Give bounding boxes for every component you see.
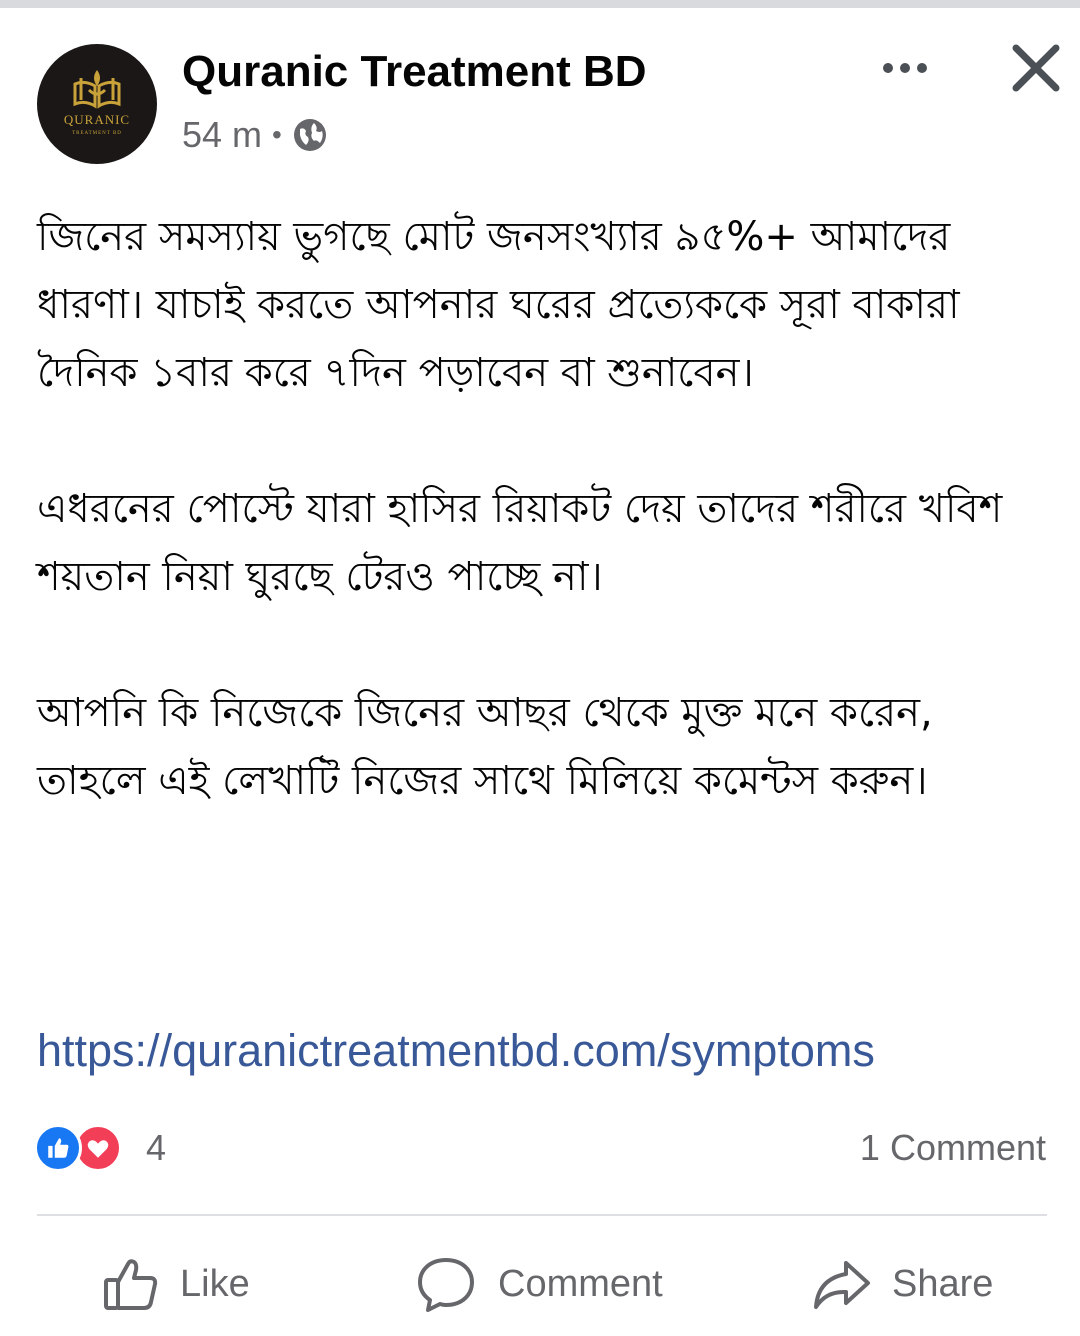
share-arrow-icon	[814, 1261, 870, 1309]
share-button[interactable]: Share	[810, 1246, 993, 1322]
logo-subtext: TREATMENT BD	[72, 131, 122, 136]
quranic-logo: QURANIC TREATMENT BD	[64, 70, 130, 136]
globe-icon[interactable]	[292, 117, 328, 153]
page-avatar[interactable]: QURANIC TREATMENT BD	[37, 44, 157, 164]
post-paragraph: এধরনের পোস্টে যারা হাসির রিয়াকট দেয় তা…	[37, 486, 1003, 600]
reactions-summary[interactable]: 4	[34, 1122, 166, 1174]
reaction-count: 4	[146, 1127, 167, 1168]
meta-separator: •	[272, 119, 282, 150]
comment-button[interactable]: Comment	[414, 1246, 663, 1322]
like-reaction-icon	[34, 1124, 82, 1172]
top-divider	[0, 0, 1080, 8]
comment-label: Comment	[498, 1262, 663, 1305]
comment-bubble-icon	[418, 1258, 474, 1312]
comment-count-link[interactable]: 1 Comment	[860, 1124, 1046, 1172]
post-link[interactable]: https://quranictreatmentbd.com/symptoms	[37, 1022, 875, 1080]
page-name[interactable]: Quranic Treatment BD	[182, 44, 647, 100]
logo-text: QURANIC	[64, 112, 130, 127]
more-options-button[interactable]	[872, 46, 938, 90]
close-button[interactable]	[1008, 40, 1064, 96]
like-button[interactable]: Like	[100, 1246, 250, 1322]
like-label: Like	[180, 1262, 250, 1305]
share-label: Share	[892, 1262, 994, 1305]
post-time[interactable]: 54 m	[182, 114, 262, 156]
post-paragraph: আপনি কি নিজেকে জিনের আছর থেকে মুক্ত মনে …	[37, 690, 933, 804]
post-paragraph: জিনের সমস্যায় ভুগছে মোট জনসংখ্যার ৯৫%+ …	[37, 214, 960, 396]
reaction-icons	[34, 1122, 134, 1174]
dot-icon	[883, 63, 893, 73]
actions-divider	[37, 1214, 1047, 1216]
thumbs-up-icon	[104, 1259, 158, 1310]
post-body: জিনের সমস্যায় ভুগছে মোট জনসংখ্যার ৯৫%+ …	[37, 203, 1047, 883]
close-icon	[1012, 44, 1060, 92]
dot-icon	[900, 63, 910, 73]
dot-icon	[917, 63, 927, 73]
post-meta: 54 m •	[182, 112, 328, 158]
